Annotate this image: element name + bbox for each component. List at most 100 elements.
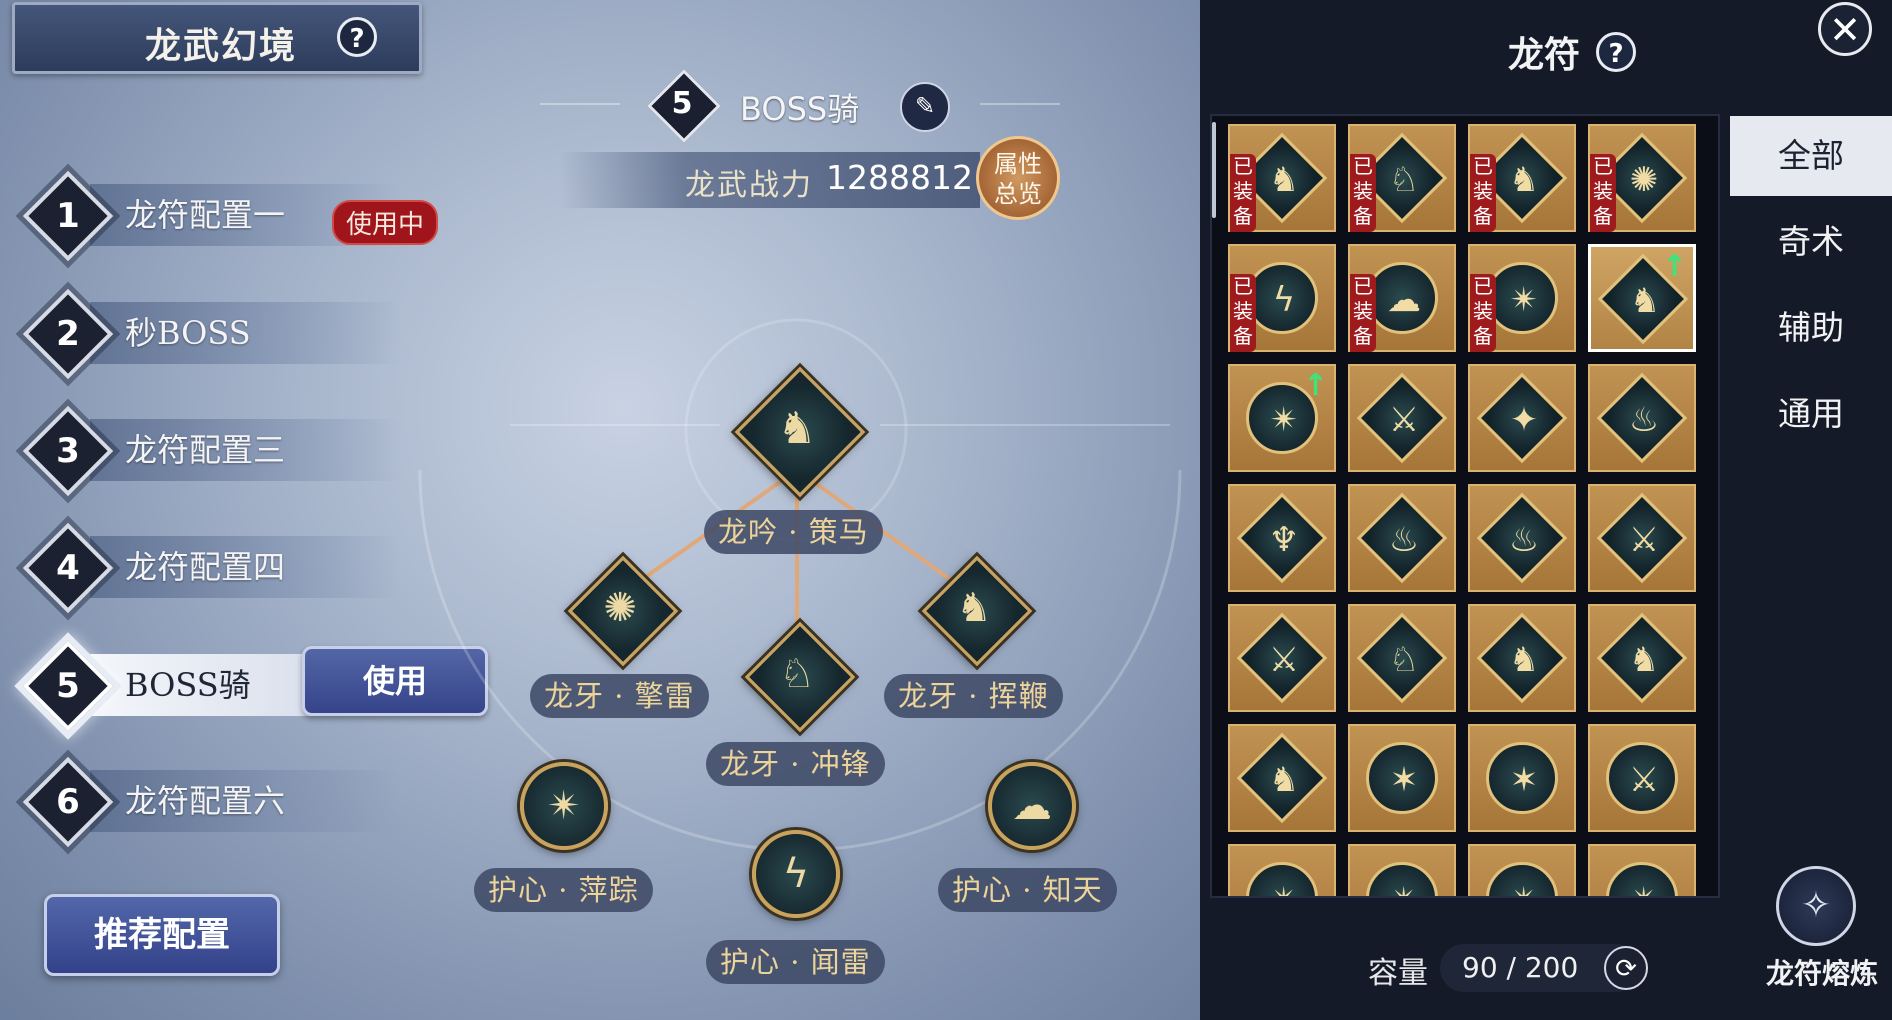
rune-icon: ♨ (1628, 400, 1660, 440)
equipped-tag: 已装备 (1230, 274, 1256, 352)
rune-grid: ♞ 已装备 ♘ 已装备 ♞ 已装备 ✺ 已装备 ϟ 已装备 ☁ 已装备 ✴ 已装备 ♞ ↑ ✴ ↑ ⚔ ✦ ♨ ♆ ♨ ♨ ⚔ ⚔… (1228, 124, 1708, 896)
thunder-orb-icon: ✺ (603, 585, 637, 631)
refresh-icon[interactable]: ⟳ (1604, 946, 1648, 990)
fang-node-left[interactable]: ✺ (567, 555, 679, 667)
rune-icon: ♞ (1508, 640, 1540, 680)
rune-scrollbar[interactable] (1212, 122, 1216, 218)
rune-slot[interactable]: ϟ 已装备 (1228, 244, 1336, 352)
heart-node-left[interactable]: ✴ (516, 758, 612, 854)
rune-icon: ✴ (1590, 846, 1698, 896)
rune-slot[interactable]: ⚔ (1228, 604, 1336, 712)
heart-label-right: 护心 · 知天 (938, 868, 1117, 912)
rune-slot[interactable]: ♞ (1468, 604, 1576, 712)
rune-icon: ✶ (1509, 760, 1539, 800)
upgrade-arrow-icon: ↑ (1302, 368, 1328, 403)
rune-panel: 龙符 ? ✕ ♞ 已装备 ♘ 已装备 ♞ 已装备 ✺ 已装备 ϟ 已装备 ☁ 已装备 ✴ 已装备 ♞ ↑ ✴ ↑ ⚔… (1200, 0, 1892, 1020)
rune-icon: ✴ (1350, 846, 1458, 896)
rune-icon: ✶ (1389, 760, 1419, 800)
rune-slot[interactable]: ✴ (1588, 844, 1698, 896)
rune-slot[interactable]: ✴ 已装备 (1468, 244, 1576, 352)
equipped-tag: 已装备 (1350, 154, 1376, 232)
fang-label-left: 龙牙 · 擎雷 (530, 674, 709, 718)
rune-slot[interactable]: ✴ (1468, 844, 1578, 896)
equipped-tag: 已装备 (1470, 154, 1496, 232)
rune-icon: ♞ (1268, 760, 1300, 800)
upgrade-arrow-icon: ↑ (1661, 249, 1687, 284)
rune-tabs: 全部 奇术 辅助 通用 (1730, 116, 1892, 460)
tab-all[interactable]: 全部 (1730, 116, 1892, 196)
rune-icon: ✦ (1509, 400, 1539, 440)
attribute-overview-button[interactable]: 属性 总览 (976, 136, 1060, 220)
rune-slot[interactable]: ⚔ (1348, 364, 1456, 472)
rune-slot[interactable]: ⚔ (1588, 724, 1696, 832)
rune-slot[interactable]: ✺ 已装备 (1588, 124, 1696, 232)
rune-slot[interactable]: ⚔ (1588, 484, 1696, 592)
rune-slot[interactable]: ♘ 已装备 (1348, 124, 1456, 232)
rune-slot[interactable]: ✴ ↑ (1228, 364, 1336, 472)
power-label: 龙武战力 (685, 168, 813, 203)
config-panel: 龙武幻境 ? 1 龙符配置一 使用中 2 秒BOSS 3 龙符配置三 4 龙符配… (0, 0, 1200, 1020)
charge-rider-icon: ♘ (779, 651, 815, 697)
rune-slot[interactable]: ♨ (1468, 484, 1576, 592)
rune-slot[interactable]: ✦ (1468, 364, 1576, 472)
rune-slot[interactable]: ✶ (1348, 724, 1456, 832)
capacity-label: 容量 (1368, 956, 1428, 991)
fang-node-right[interactable]: ♞ (921, 555, 1033, 667)
equipped-tag: 已装备 (1590, 154, 1616, 232)
tab-tongyong[interactable]: 通用 (1730, 374, 1892, 454)
smelt-icon[interactable]: ✧ (1776, 866, 1856, 946)
fang-label-right: 龙牙 · 挥鞭 (884, 674, 1063, 718)
equipped-tag: 已装备 (1230, 154, 1256, 232)
rune-slot[interactable]: ✴ (1348, 844, 1458, 896)
preset-name: BOSS骑 (740, 90, 860, 128)
rune-slot[interactable]: ♨ (1348, 484, 1456, 592)
cloud-icon: ☁ (1012, 783, 1052, 829)
rune-slot[interactable]: ♨ (1588, 364, 1696, 472)
rune-slot[interactable]: ♘ (1348, 604, 1456, 712)
fang-node-middle[interactable]: ♘ (744, 621, 856, 733)
rune-slot[interactable]: ♞ (1228, 724, 1336, 832)
rune-icon: ✴ (1470, 846, 1578, 896)
rune-slot[interactable]: ☁ 已装备 (1348, 244, 1456, 352)
help-icon[interactable]: ? (1596, 32, 1636, 72)
rune-grid-frame: ♞ 已装备 ♘ 已装备 ♞ 已装备 ✺ 已装备 ϟ 已装备 ☁ 已装备 ✴ 已装备 ♞ ↑ ✴ ↑ ⚔ ✦ ♨ ♆ ♨ ♨ ⚔ ⚔… (1210, 114, 1720, 898)
tab-qishu[interactable]: 奇术 (1730, 202, 1892, 282)
rune-icon: ⚔ (1628, 520, 1660, 560)
close-icon[interactable]: ✕ (1818, 2, 1872, 56)
rune-slot[interactable]: ♞ 已装备 (1228, 124, 1336, 232)
smelt-label[interactable]: 龙符熔炼 (1766, 952, 1878, 992)
attribute-line-2: 总览 (994, 180, 1042, 208)
equipped-tag: 已装备 (1470, 274, 1496, 352)
fang-label-middle: 龙牙 · 冲锋 (706, 742, 885, 786)
rune-slot[interactable]: ✶ (1468, 724, 1576, 832)
rune-icon: ♞ (1628, 640, 1660, 680)
heart-label-left: 护心 · 萍踪 (474, 868, 653, 912)
rune-slot[interactable]: ✴ (1228, 844, 1338, 896)
attribute-line-1: 属性 (994, 150, 1042, 178)
power-value: 1288812 (826, 158, 973, 197)
brush-icon[interactable]: ✎ (900, 82, 950, 132)
rune-icon: ♨ (1508, 520, 1540, 560)
rune-icon: ♨ (1388, 520, 1420, 560)
whip-rider-icon: ♞ (956, 585, 992, 631)
rune-slot[interactable]: ♞ (1588, 604, 1696, 712)
rune-icon: ⚔ (1388, 400, 1420, 440)
rune-icon: ✴ (1230, 846, 1338, 896)
heart-node-middle[interactable]: ϟ (748, 826, 844, 922)
rune-panel-title: 龙符 (1508, 34, 1581, 76)
core-node[interactable]: ♞ (734, 366, 866, 498)
heart-node-right[interactable]: ☁ (984, 758, 1080, 854)
rune-icon: ♘ (1388, 640, 1420, 680)
rune-slot[interactable]: ♆ (1228, 484, 1336, 592)
rune-icon: ⚔ (1628, 760, 1660, 800)
core-node-label: 龙吟 · 策马 (704, 510, 883, 554)
preset-header: 5 BOSS骑 ✎ (647, 69, 950, 143)
rune-icon: ⚔ (1268, 640, 1300, 680)
rune-slot[interactable]: ♞ ↑ (1588, 244, 1696, 352)
heart-label-middle: 护心 · 闻雷 (706, 940, 885, 984)
rune-slot[interactable]: ♞ 已装备 (1468, 124, 1576, 232)
burst-icon: ✴ (547, 783, 581, 829)
tab-fuzhu[interactable]: 辅助 (1730, 288, 1892, 368)
horseman-icon: ♞ (777, 403, 817, 454)
rune-icon: ♆ (1268, 520, 1300, 560)
